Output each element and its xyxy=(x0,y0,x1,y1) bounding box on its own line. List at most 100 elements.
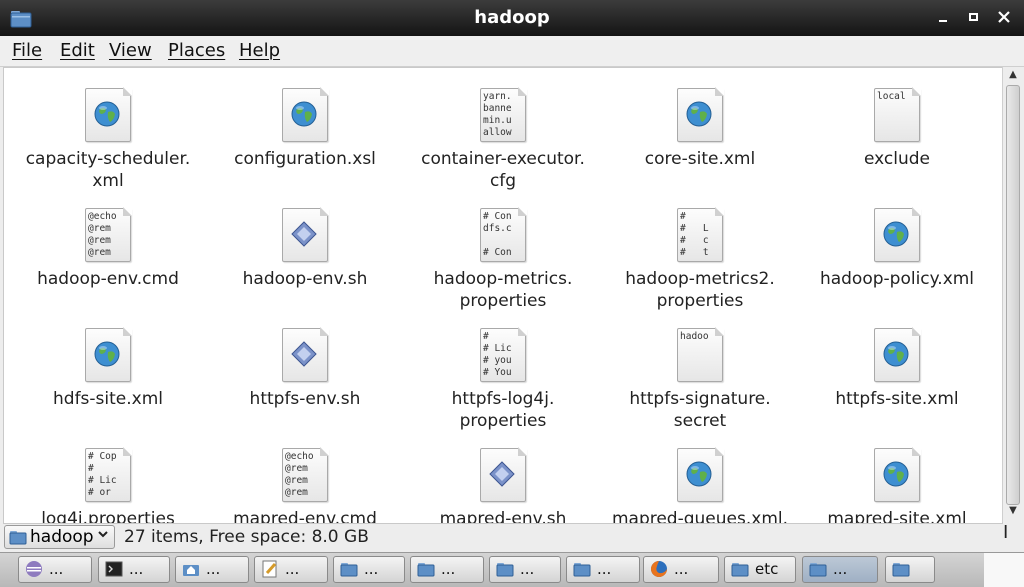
menu-view[interactable]: View xyxy=(109,40,152,61)
file-item[interactable]: hadoop-policy.xml xyxy=(799,198,995,290)
terminal-icon xyxy=(105,560,123,582)
firefox-icon xyxy=(650,560,668,582)
scroll-up-arrow-icon[interactable]: ▲ xyxy=(1003,69,1023,80)
taskbar-button[interactable]: ... xyxy=(489,556,561,583)
scrollbar-thumb[interactable] xyxy=(1006,85,1020,505)
file-name: hadoop-env.cmd xyxy=(37,269,179,289)
window-title: hadoop xyxy=(474,7,550,28)
taskbar-button[interactable]: ... xyxy=(254,556,328,583)
taskbar-button-label: ... xyxy=(520,560,535,578)
file-item[interactable]: # # L # c # t hadoop-metrics2. properties xyxy=(602,198,798,312)
taskbar-button[interactable]: ... xyxy=(410,556,484,583)
text-file-icon: local xyxy=(874,87,921,142)
xml-file-icon xyxy=(85,327,132,382)
taskbar-button[interactable]: ... xyxy=(98,556,170,583)
file-name: mapred-queues.xml. xyxy=(611,509,789,524)
file-name: container-executor. cfg xyxy=(421,149,585,191)
file-item[interactable]: configuration.xsl xyxy=(207,78,403,170)
file-name: log4j.properties xyxy=(41,509,175,524)
file-name: httpfs-log4j. properties xyxy=(451,389,555,431)
file-name: mapred-env.sh xyxy=(439,509,567,524)
scroll-down-arrow-icon[interactable]: ▼ xyxy=(1003,505,1023,516)
folder-icon xyxy=(9,529,27,550)
taskbar-button[interactable]: ... xyxy=(333,556,405,583)
file-name: mapred-env.cmd xyxy=(233,509,377,524)
taskbar-button[interactable]: ... xyxy=(802,556,878,583)
file-item[interactable]: yarn. banne min.u allow container-executo… xyxy=(405,78,601,192)
status-bar: hadoop 27 items, Free space: 8.0 GB xyxy=(0,524,1024,552)
text-file-icon: # Cop # # Lic # or xyxy=(85,447,132,502)
folder-icon xyxy=(731,560,749,582)
file-preview: local xyxy=(877,91,906,102)
system-tray xyxy=(984,553,1024,587)
file-item[interactable]: # Cop # # Lic # or log4j.properties xyxy=(10,438,206,524)
file-item[interactable]: httpfs-site.xml xyxy=(799,318,995,410)
folder-icon xyxy=(573,560,591,582)
status-summary: 27 items, Free space: 8.0 GB xyxy=(124,527,369,547)
taskbar-button[interactable]: ... xyxy=(643,556,719,583)
close-button[interactable] xyxy=(994,8,1014,28)
file-item[interactable]: core-site.xml xyxy=(602,78,798,170)
taskbar-button[interactable]: ... xyxy=(18,556,92,583)
title-bar: hadoop xyxy=(0,0,1024,36)
maximize-button[interactable] xyxy=(964,8,984,28)
taskbar-button[interactable]: ... xyxy=(175,556,249,583)
xml-file-icon xyxy=(874,447,921,502)
file-name: hadoop-env.sh xyxy=(242,269,368,289)
file-item[interactable]: hadoop-env.sh xyxy=(207,198,403,290)
shell-script-icon xyxy=(282,327,329,382)
file-item[interactable]: mapred-env.sh xyxy=(405,438,601,524)
menu-edit[interactable]: Edit xyxy=(60,40,95,61)
file-preview: hadoo xyxy=(680,331,709,342)
minimize-button[interactable] xyxy=(934,8,954,28)
file-item[interactable]: mapred-site.xml xyxy=(799,438,995,523)
vertical-scrollbar[interactable]: ▲ ▼ xyxy=(1002,67,1023,522)
file-item[interactable]: httpfs-env.sh xyxy=(207,318,403,410)
shell-script-icon xyxy=(480,447,527,502)
folder-icon xyxy=(496,560,514,582)
file-preview: # # L # c # t xyxy=(680,211,709,258)
home-folder-icon xyxy=(182,560,200,582)
taskbar-button[interactable]: etc xyxy=(724,556,796,583)
file-preview: # Cop # # Lic # or xyxy=(88,451,117,498)
folder-icon xyxy=(892,560,910,582)
taskbar-button[interactable] xyxy=(885,556,935,583)
file-preview: # Con dfs.c # Con xyxy=(483,211,512,258)
taskbar-button-label: ... xyxy=(129,560,144,578)
file-item[interactable]: hadoo httpfs-signature. secret xyxy=(602,318,798,432)
xml-file-icon xyxy=(874,327,921,382)
xml-file-icon xyxy=(282,87,329,142)
location-dropdown[interactable]: hadoop xyxy=(4,525,115,549)
taskbar-button-label: ... xyxy=(364,560,379,578)
taskbar-button-label: ... xyxy=(49,560,64,578)
file-name: exclude xyxy=(863,149,931,169)
file-item[interactable]: local exclude xyxy=(799,78,995,170)
taskbar-button-label: ... xyxy=(674,560,689,578)
file-item[interactable]: @echo @rem @rem @rem hadoop-env.cmd xyxy=(10,198,206,290)
file-item[interactable]: # Con dfs.c # Con hadoop-metrics. propert… xyxy=(405,198,601,312)
xml-file-icon xyxy=(677,447,724,502)
file-item[interactable]: mapred-queues.xml. xyxy=(602,438,798,524)
taskbar-button-label: ... xyxy=(206,560,221,578)
menu-file[interactable]: File xyxy=(12,40,42,61)
menu-places[interactable]: Places xyxy=(168,40,225,61)
file-item[interactable]: @echo @rem @rem @rem mapred-env.cmd xyxy=(207,438,403,524)
text-file-icon: # # L # c # t xyxy=(677,207,724,262)
menu-help[interactable]: Help xyxy=(239,40,280,61)
file-name: hadoop-metrics2. properties xyxy=(625,269,775,311)
file-icon-view[interactable]: capacity-scheduler. xml configuration.xsl… xyxy=(3,67,1003,524)
xml-file-icon xyxy=(677,87,724,142)
text-file-icon: # # Lic # you # You xyxy=(480,327,527,382)
taskbar-button-label: ... xyxy=(285,560,300,578)
text-file-icon: # Con dfs.c # Con xyxy=(480,207,527,262)
file-name: hdfs-site.xml xyxy=(53,389,163,409)
file-item[interactable]: hdfs-site.xml xyxy=(10,318,206,410)
file-item[interactable]: # # Lic # you # You httpfs-log4j. propert… xyxy=(405,318,601,432)
file-name: httpfs-signature. secret xyxy=(629,389,771,431)
file-item[interactable]: capacity-scheduler. xml xyxy=(10,78,206,192)
folder-icon xyxy=(417,560,435,582)
taskbar-button[interactable]: ... xyxy=(566,556,640,583)
chevron-down-icon xyxy=(97,528,109,543)
file-preview: @echo @rem @rem @rem xyxy=(88,211,117,258)
folder-icon xyxy=(340,560,358,582)
